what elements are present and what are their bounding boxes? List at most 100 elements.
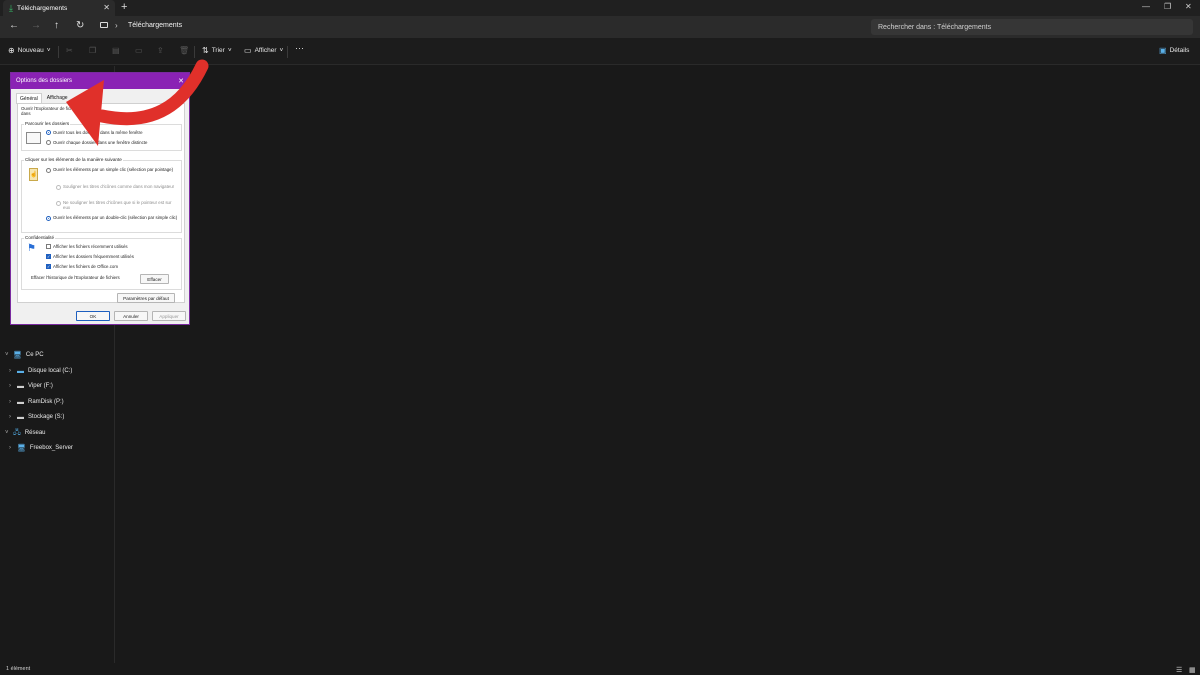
option-underline-browser: Souligner les titres d'icônes comme dans… [63, 184, 175, 189]
refresh-icon[interactable]: ↻ [76, 20, 84, 31]
option-separate-window: Ouvrir chaque dossier dans une fenêtre d… [53, 140, 148, 145]
command-bar: ⊕ Nouveau ˅ ✂ ❐ ▤ ▭ ⇪ 🗑 ⇅ Trier ˅ ▭ Affi… [0, 38, 1200, 65]
address-bar-row: ← → ↑ ↻ › Téléchargements Rechercher dan… [0, 16, 1200, 38]
toolbar-divider [287, 46, 288, 58]
general-tab-panel: Ouvrir l'Explorateur de fichiers dans Pa… [17, 103, 185, 303]
details-pane-icon: ▣ [1159, 46, 1167, 55]
restore-button[interactable]: ❐ [1164, 2, 1171, 11]
chevron-right-icon[interactable]: › [9, 399, 17, 405]
sidebar-item-drive-c[interactable]: › ▬ Disque local (C:) [9, 365, 72, 377]
sidebar-item-drive-s[interactable]: › ▬ Stockage (S:) [9, 411, 64, 423]
cut-icon[interactable]: ✂ [66, 46, 73, 55]
sidebar-item-label: Stockage (S:) [28, 414, 65, 420]
sort-button[interactable]: ⇅ Trier ˅ [202, 46, 232, 55]
sidebar-item-network[interactable]: ˅ 🖧 Réseau [5, 427, 46, 439]
checkbox-frequent-folders[interactable]: ✓ [46, 254, 51, 259]
chevron-down-icon[interactable]: ˅ [5, 352, 13, 358]
share-icon[interactable]: ⇪ [157, 46, 164, 55]
sidebar-item-drive-f[interactable]: › ▬ Viper (F:) [9, 380, 53, 392]
ok-button[interactable]: OK [76, 311, 110, 321]
delete-icon[interactable]: 🗑 [179, 46, 189, 55]
sidebar-item-label: Freebox_Server [29, 445, 73, 451]
radio-single-click[interactable] [46, 168, 51, 173]
chevron-down-icon: ˅ [279, 47, 284, 54]
clear-history-button[interactable]: Effacer [140, 274, 169, 284]
drive-icon: ▬ [17, 413, 24, 421]
chevron-down-icon: ˅ [46, 47, 51, 54]
click-items-label: Cliquer sur les éléments de la manière s… [24, 157, 123, 162]
clear-history-label: Effacer l'historique de l'Explorateur de… [31, 275, 120, 280]
tiles-view-icon[interactable]: ▦ [1189, 666, 1196, 674]
chevron-right-icon[interactable]: › [9, 383, 17, 389]
sort-button-label: Trier [211, 47, 225, 54]
chevron-right-icon[interactable]: › [115, 21, 118, 30]
checkbox-recent-files[interactable] [46, 244, 51, 249]
dialog-title-bar: Options des dossiers ✕ [11, 73, 189, 89]
close-icon[interactable]: ✕ [178, 77, 184, 85]
apply-button[interactable]: Appliquer [152, 311, 186, 321]
chevron-down-icon[interactable]: ˅ [5, 430, 13, 436]
radio-separate-window[interactable] [46, 140, 51, 145]
tab-title: Téléchargements [16, 4, 68, 12]
view-icon: ▭ [244, 46, 252, 55]
radio-underline-browser[interactable] [56, 185, 61, 190]
more-options-button[interactable]: ··· [295, 43, 304, 53]
paste-icon[interactable]: ▤ [112, 46, 120, 55]
sidebar-item-freebox[interactable]: › 🖥 Freebox_Server [9, 442, 73, 454]
computer-icon[interactable] [100, 22, 108, 28]
breadcrumb[interactable]: Téléchargements [128, 22, 182, 29]
view-button[interactable]: ▭ Afficher ˅ [244, 46, 283, 55]
cancel-button[interactable]: Annuler [114, 311, 148, 321]
drive-icon: ▬ [17, 398, 24, 406]
new-button[interactable]: ⊕ Nouveau ˅ [8, 46, 51, 55]
details-view-icon[interactable]: ☰ [1176, 666, 1182, 674]
search-input[interactable]: Rechercher dans : Téléchargements [871, 19, 1193, 35]
copy-icon[interactable]: ❐ [89, 46, 96, 55]
sidebar-item-drive-p[interactable]: › ▬ RamDisk (P:) [9, 396, 64, 408]
restore-defaults-button[interactable]: Paramètres par défaut [117, 293, 175, 303]
drive-icon: ▬ [17, 382, 24, 390]
sidebar-item-label: Réseau [24, 430, 46, 436]
plus-circle-icon: ⊕ [8, 46, 15, 55]
sidebar-item-label: Viper (F:) [28, 383, 53, 389]
chevron-right-icon[interactable]: › [9, 445, 17, 451]
details-button[interactable]: ▣ Détails [1159, 46, 1189, 55]
title-bar: ⤓ Téléchargements ✕ + — ❐ ✕ [0, 0, 1200, 16]
up-icon[interactable]: ↑ [54, 20, 59, 31]
close-tab-icon[interactable]: ✕ [103, 3, 110, 12]
sidebar-item-label: Disque local (C:) [28, 368, 73, 374]
checkbox-office-files[interactable]: ✓ [46, 264, 51, 269]
sort-icon: ⇅ [202, 46, 209, 55]
radio-same-window[interactable] [46, 130, 51, 135]
status-item-count: 1 élément [6, 666, 31, 672]
radio-double-click[interactable] [46, 216, 51, 221]
dialog-title: Options des dossiers [16, 78, 73, 84]
option-frequent-folders: Afficher les dossiers fréquemment utilis… [53, 254, 134, 259]
minimize-button[interactable]: — [1142, 2, 1150, 11]
new-button-label: Nouveau [17, 47, 44, 54]
privacy-icon: ⚑ [27, 243, 36, 254]
new-tab-button[interactable]: + [121, 1, 127, 13]
chevron-right-icon[interactable]: › [9, 368, 17, 374]
chevron-right-icon[interactable]: › [9, 414, 17, 420]
toolbar-divider [194, 46, 195, 58]
back-icon[interactable]: ← [9, 20, 19, 31]
view-button-label: Afficher [254, 47, 277, 54]
rename-icon[interactable]: ▭ [135, 46, 143, 55]
folder-options-dialog: Options des dossiers ✕ Général Affichage… [10, 72, 190, 325]
sidebar-item-this-pc[interactable]: ˅ 🖥 Ce PC [5, 349, 44, 361]
computer-icon: 🖥 [13, 352, 22, 359]
forward-icon[interactable]: → [31, 20, 41, 31]
radio-underline-hover[interactable] [56, 201, 61, 206]
sidebar-item-label: Ce PC [25, 352, 44, 358]
close-window-button[interactable]: ✕ [1185, 2, 1192, 11]
folder-window-icon [26, 132, 41, 144]
tab-downloads[interactable]: ⤓ Téléchargements ✕ [3, 0, 115, 16]
drive-icon: ▬ [17, 367, 24, 375]
browse-folders-label: Parcourir les dossiers [24, 121, 71, 126]
privacy-label: Confidentialité [24, 235, 56, 240]
browse-folders-group [21, 124, 182, 151]
open-explorer-label: Ouvrir l'Explorateur de fichiers dans [21, 106, 80, 117]
option-single-click: Ouvrir les éléments par un simple clic (… [53, 167, 174, 172]
option-office-files: Afficher les fichiers de Office.com [53, 264, 118, 269]
